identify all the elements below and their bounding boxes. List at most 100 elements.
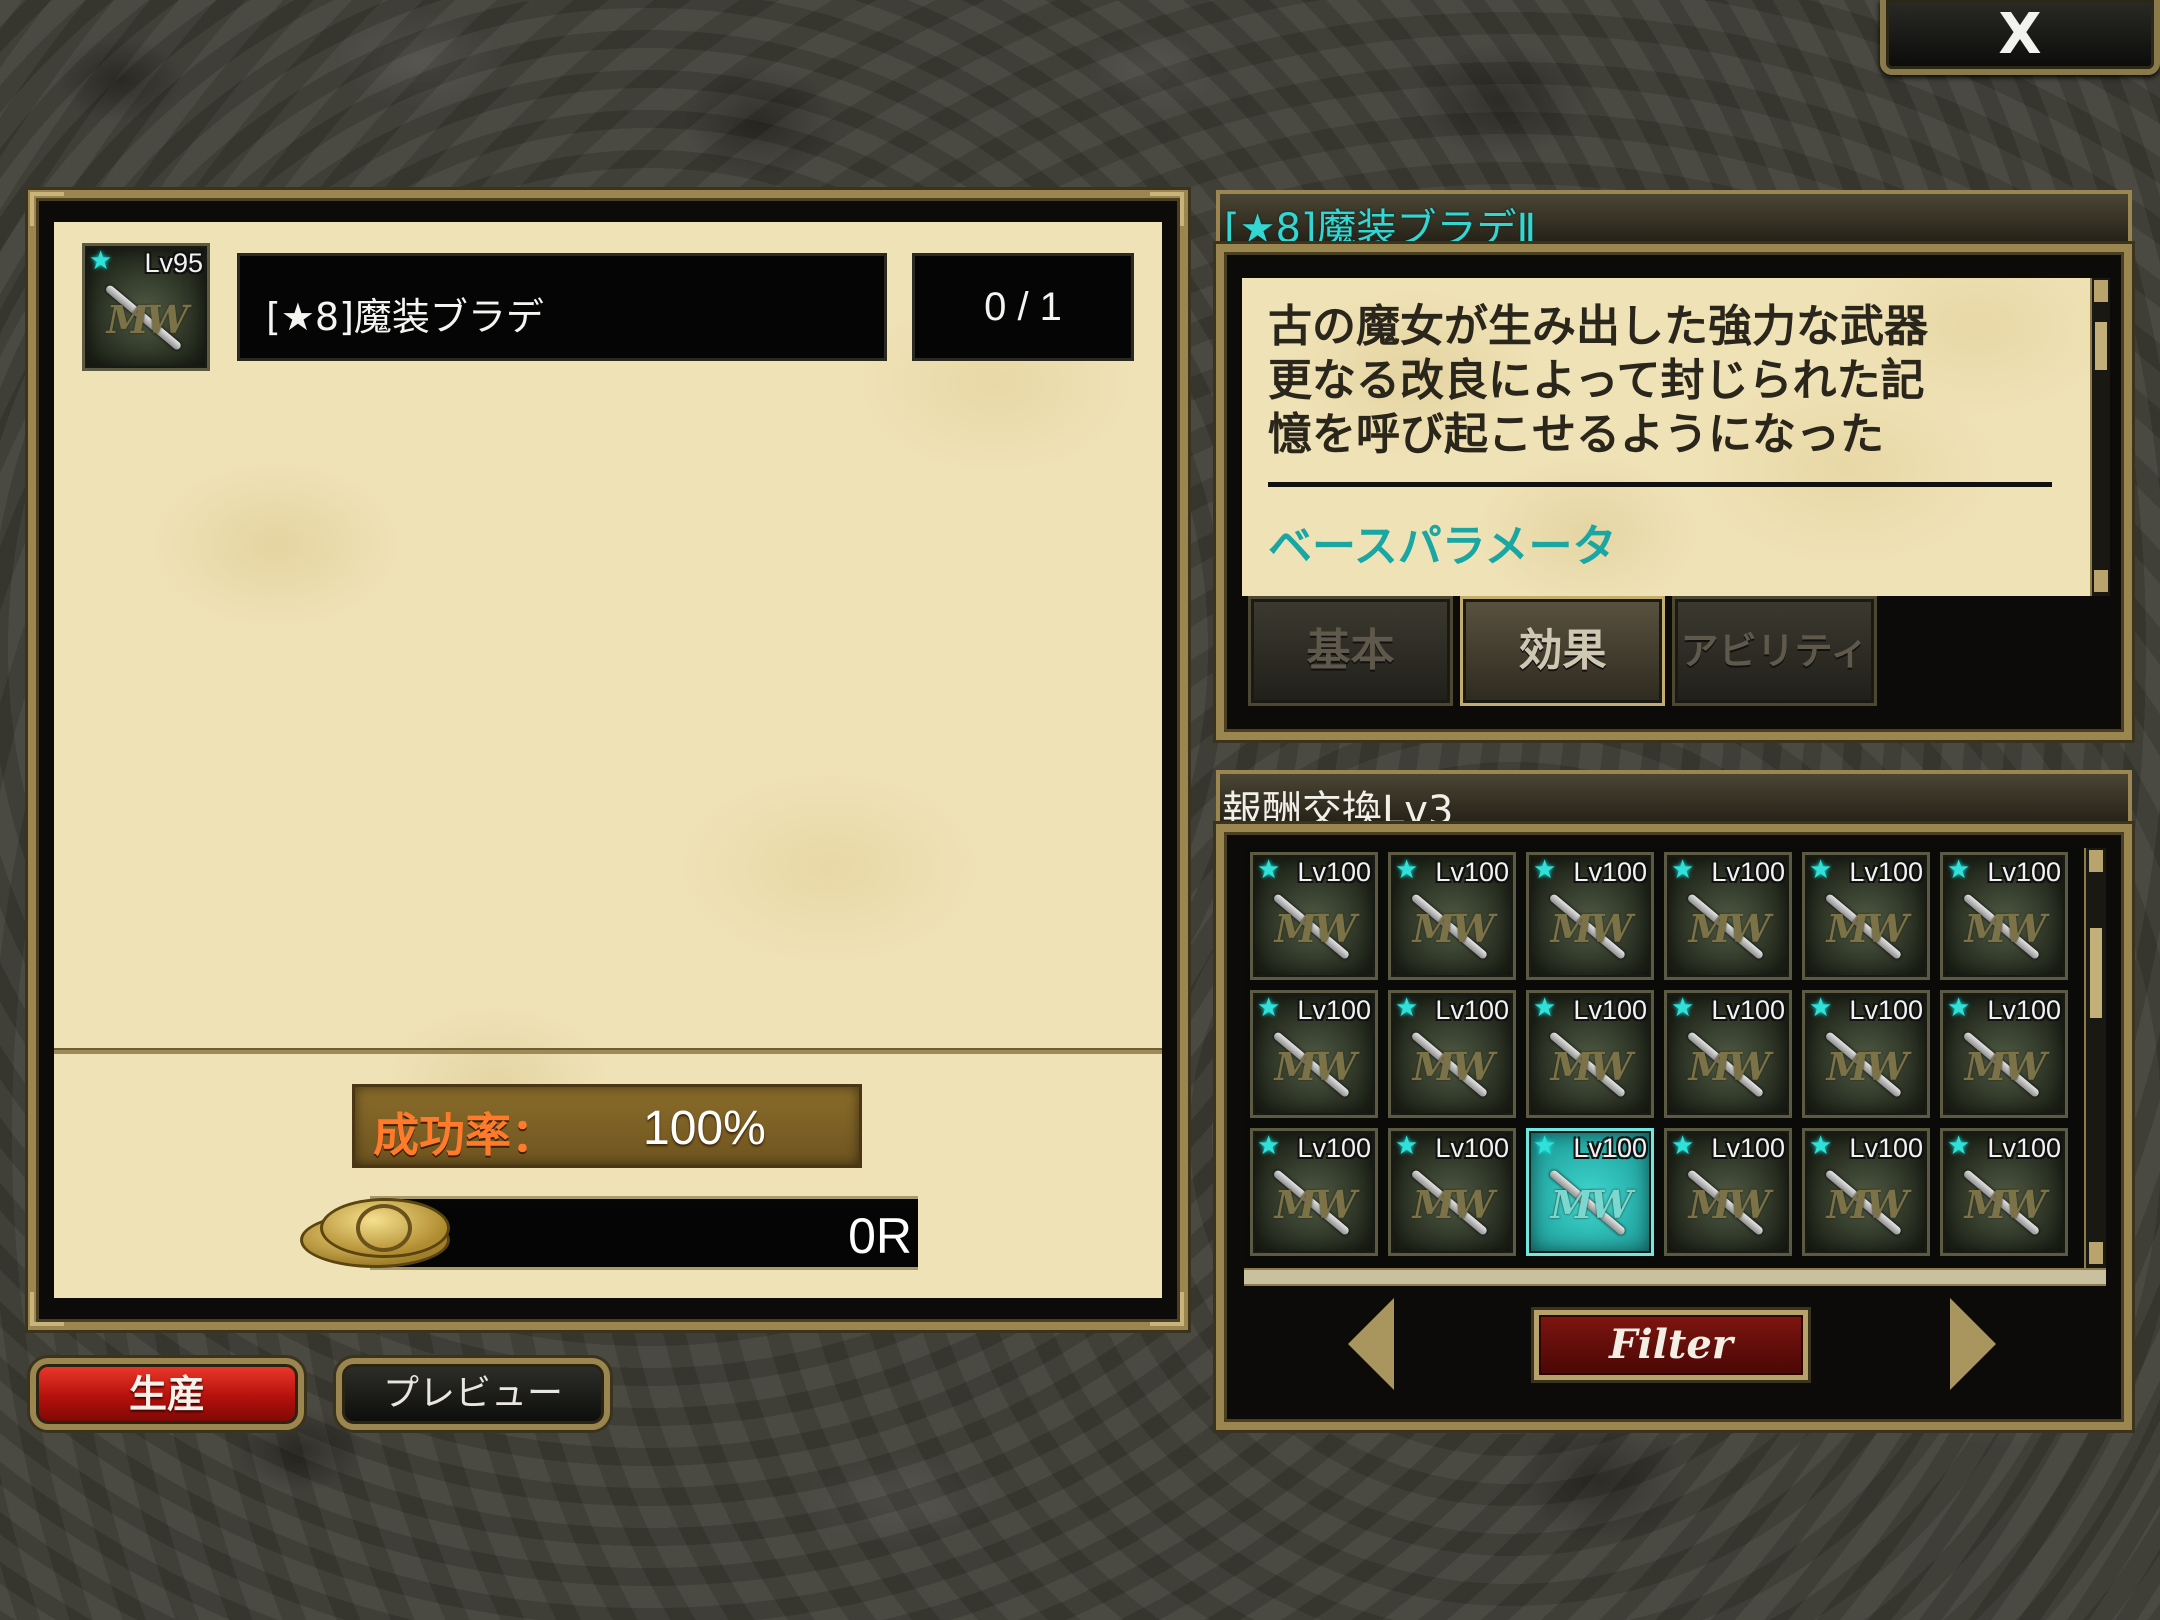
success-rate-box: 成功率： 100% [352, 1084, 862, 1168]
exchange-item[interactable]: ★ Lv100 MW [1664, 852, 1792, 980]
exchange-item[interactable]: ★ Lv100 MW [1526, 852, 1654, 980]
exchange-item[interactable]: ★ Lv100 MW [1940, 852, 2068, 980]
item-level: Lv100 [1573, 857, 1647, 887]
item-level: Lv100 [1573, 1133, 1647, 1163]
item-level: Lv100 [1711, 1133, 1785, 1163]
item-level: Lv100 [1435, 995, 1509, 1025]
tab-ability[interactable]: アビリティ [1672, 596, 1877, 706]
mw-logo: MW [1550, 1182, 1633, 1228]
item-level: Lv100 [1987, 995, 2061, 1025]
exchange-item[interactable]: ★ Lv100 MW [1526, 990, 1654, 1118]
frame-corner [1150, 1292, 1184, 1326]
mw-logo: MW [106, 297, 189, 343]
exchange-item[interactable]: ★ Lv100 MW [1940, 990, 2068, 1118]
star-icon: ★ [1809, 1131, 1833, 1161]
mw-logo: MW [1964, 906, 2047, 952]
mw-logo: MW [1826, 906, 1909, 952]
item-level: Lv100 [1987, 857, 2061, 887]
star-icon: ★ [1809, 993, 1833, 1023]
item-level: Lv95 [144, 248, 203, 278]
description-scrollbar[interactable] [2090, 278, 2110, 596]
mw-logo: MW [1412, 906, 1495, 952]
exchange-item[interactable]: ★ Lv100 MW [1526, 1128, 1654, 1256]
exchange-item[interactable]: ★ Lv100 MW [1664, 1128, 1792, 1256]
previous-page-button[interactable] [1340, 1290, 1400, 1400]
scroll-thumb[interactable] [2095, 322, 2107, 370]
chevron-right-icon [1950, 1298, 1996, 1390]
exchange-item[interactable]: ★ Lv100 MW [1802, 1128, 1930, 1256]
item-level: Lv100 [1711, 857, 1785, 887]
recipe-item-icon[interactable]: ★ Lv95 MW [82, 243, 210, 371]
star-icon: ★ [1395, 993, 1419, 1023]
coin-icon [300, 1194, 460, 1274]
exchange-title-bar: 報酬交換Lv3 [1216, 770, 2132, 834]
star-icon: ★ [1257, 855, 1281, 885]
item-level: Lv100 [1297, 1133, 1371, 1163]
item-level: Lv100 [1297, 995, 1371, 1025]
produce-button[interactable]: 生産 [30, 1358, 304, 1430]
exchange-item[interactable]: ★ Lv100 MW [1388, 852, 1516, 980]
star-icon: ★ [1533, 993, 1557, 1023]
item-count-box: 0 / 1 [912, 253, 1134, 361]
frame-corner [30, 1292, 64, 1326]
success-rate-value: 100% [643, 1102, 766, 1155]
grid-bottom-rail [1244, 1268, 2106, 1286]
tab-basic-label: 基本 [1306, 625, 1395, 676]
mw-logo: MW [1274, 906, 1357, 952]
star-icon: ★ [1533, 1131, 1557, 1161]
item-name-box: [★8]魔装ブラデ [237, 253, 887, 361]
next-page-button[interactable] [1944, 1290, 2004, 1400]
mw-logo: MW [1964, 1182, 2047, 1228]
filter-button[interactable]: Filter [1534, 1310, 1808, 1380]
preview-label: プレビュー [382, 1373, 563, 1414]
scroll-thumb[interactable] [2090, 928, 2102, 1018]
tab-ability-label: アビリティ [1680, 628, 1869, 673]
item-level: Lv100 [1849, 857, 1923, 887]
mw-logo: MW [1826, 1044, 1909, 1090]
item-level: Lv100 [1573, 995, 1647, 1025]
description-divider [1268, 482, 2052, 487]
star-icon: ★ [1533, 855, 1557, 885]
description-line: 古の魔女が生み出した強力な武器 [1268, 301, 1928, 352]
exchange-item[interactable]: ★ Lv100 MW [1388, 1128, 1516, 1256]
exchange-item[interactable]: ★ Lv100 MW [1250, 1128, 1378, 1256]
tab-basic[interactable]: 基本 [1248, 596, 1453, 706]
item-level: Lv100 [1987, 1133, 2061, 1163]
star-icon: ★ [1257, 1131, 1281, 1161]
item-level: Lv100 [1849, 995, 1923, 1025]
preview-button[interactable]: プレビュー [336, 1358, 610, 1430]
star-icon: ★ [1947, 993, 1971, 1023]
star-icon: ★ [1395, 855, 1419, 885]
tab-effect-label: 効果 [1518, 625, 1607, 676]
base-parameter-heading: ベースパラメータ [1268, 521, 1617, 572]
close-button[interactable]: X [1880, 0, 2160, 75]
item-name: [★8]魔装ブラデ [266, 295, 544, 339]
cost-value: 0R [848, 1208, 912, 1264]
exchange-item[interactable]: ★ Lv100 MW [1802, 852, 1930, 980]
detail-title-bar: [★8]魔装ブラデⅡ [1216, 190, 2132, 252]
item-level: Lv100 [1435, 1133, 1509, 1163]
exchange-item[interactable]: ★ Lv100 MW [1388, 990, 1516, 1118]
exchange-item[interactable]: ★ Lv100 MW [1250, 852, 1378, 980]
close-icon: X [1998, 2, 2042, 67]
exchange-item[interactable]: ★ Lv100 MW [1802, 990, 1930, 1118]
item-level: Lv100 [1849, 1133, 1923, 1163]
exchange-item[interactable]: ★ Lv100 MW [1940, 1128, 2068, 1256]
chevron-left-icon [1348, 1298, 1394, 1390]
frame-corner [1150, 192, 1184, 226]
star-icon: ★ [1947, 1131, 1971, 1161]
produce-label: 生産 [128, 1372, 205, 1416]
star-icon: ★ [1395, 1131, 1419, 1161]
mw-logo: MW [1550, 906, 1633, 952]
success-rate-label: 成功率： [373, 1108, 557, 1162]
item-count: 0 / 1 [984, 285, 1062, 329]
item-description: 古の魔女が生み出した強力な武器 更なる改良によって封じられた記 憶を呼び起こせる… [1268, 300, 2048, 462]
star-icon: ★ [1809, 855, 1833, 885]
mw-logo: MW [1826, 1182, 1909, 1228]
exchange-scrollbar[interactable] [2084, 848, 2106, 1268]
star-icon: ★ [1671, 993, 1695, 1023]
mw-logo: MW [1274, 1044, 1357, 1090]
tab-effect[interactable]: 効果 [1460, 596, 1665, 706]
exchange-item[interactable]: ★ Lv100 MW [1664, 990, 1792, 1118]
exchange-item[interactable]: ★ Lv100 MW [1250, 990, 1378, 1118]
